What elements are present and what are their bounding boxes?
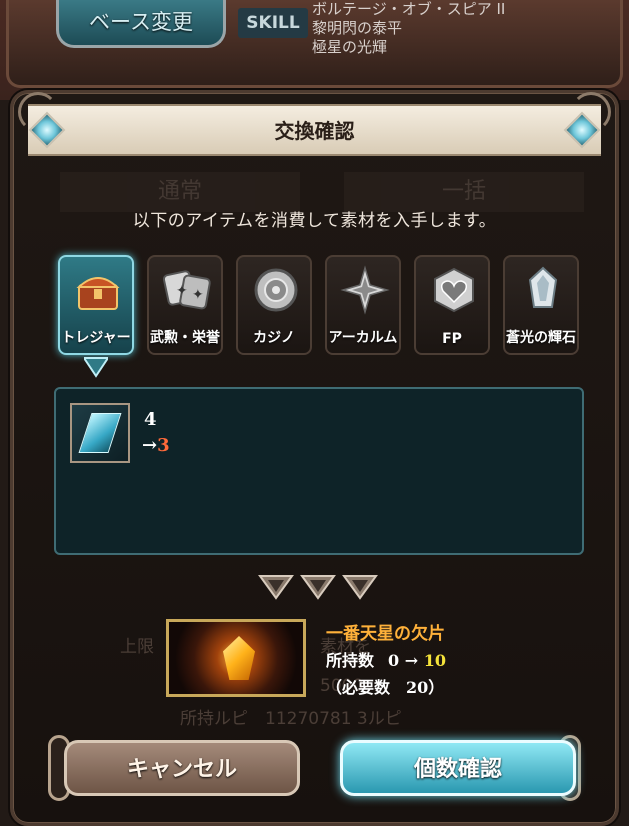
dialog-title: 交換確認 [274,119,355,143]
ghost-text: 上限 [120,637,154,657]
ghost-text: 所持ルピ 11270781 3ルピ [180,709,402,729]
quantity-confirm-button[interactable]: 個数確認 [340,740,576,796]
corner-flourish-icon [18,92,58,132]
category-tab-soukou-gem[interactable]: 蒼光の輝石 [503,255,579,355]
category-label: カジノ [253,330,295,346]
owned-to: 10 [423,651,446,670]
skill-tag: SKILL [238,8,308,38]
category-tab-fp[interactable]: FP [414,255,490,355]
down-arrow-icon [258,575,294,600]
dialog-header: 交換確認 [28,104,601,156]
active-tab-pointer-icon [84,357,108,378]
medal-icon: ✦ ✦ [162,265,212,315]
category-label: 武勲・栄誉 [150,330,220,346]
svg-text:✦: ✦ [192,287,204,303]
heart-crest-icon [429,265,479,315]
category-tab-honors[interactable]: ✦ ✦ 武勲・栄誉 [147,255,223,355]
reward-item-name: 一番天星の欠片 [326,624,445,644]
exchange-arrows [258,572,378,602]
skill-line: ボルテージ・オブ・スピア II [312,0,506,18]
crystal-shard [78,413,122,453]
category-label: アーカルム [328,330,398,346]
skill-line: 極星の光輝 [312,38,388,56]
reward-required: （必要数 20） [326,678,445,697]
owned-label: 所持数 [326,651,375,670]
casino-chip-icon [251,265,301,315]
skill-list: ボルテージ・オブ・スピア II 黎明閃の泰平 極星の光輝 [312,0,505,57]
category-label: 蒼光の輝石 [506,330,576,346]
item-after-value: 3 [157,435,170,456]
arrow-text: → [142,435,158,456]
category-tab-arcarum[interactable]: アーカルム [325,255,401,355]
item-current-count: 4 [144,409,157,430]
owned-from: 0 [388,651,400,670]
crystal-icon [518,265,568,315]
item-after-count: →3 [142,435,170,456]
arcarum-star-icon [340,265,390,315]
category-tabs: トレジャー ✦ ✦ 武勲・栄誉 カジノ アーカルム FP 蒼光の輝石 [58,255,582,355]
background-header: ベース変更 SKILL ボルテージ・オブ・スピア II 黎明閃の泰平 極星の光輝 [0,0,629,100]
reward-item-image [166,619,306,697]
dialog-subtitle: 以下のアイテムを消費して素材を入手します。 [132,211,497,231]
corner-flourish-icon [571,92,611,132]
skill-line: 黎明閃の泰平 [312,19,403,37]
treasure-chest-icon [73,265,123,315]
arrow-text: → [404,651,419,670]
star-shard-icon [223,636,255,680]
category-label: FP [442,331,462,347]
reward-owned-line: 所持数 0 → 10 [326,647,446,671]
down-arrow-icon [300,575,336,600]
blue-crystal-icon [70,403,130,463]
category-tab-treasure[interactable]: トレジャー [58,255,134,355]
svg-text:✦: ✦ [176,283,188,299]
down-arrow-icon [342,575,378,600]
category-tab-casino[interactable]: カジノ [236,255,312,355]
cancel-button[interactable]: キャンセル [64,740,300,796]
base-change-button: ベース変更 [56,0,226,48]
consume-item-list: 4 →3 [54,387,584,555]
category-label: トレジャー [61,330,131,346]
